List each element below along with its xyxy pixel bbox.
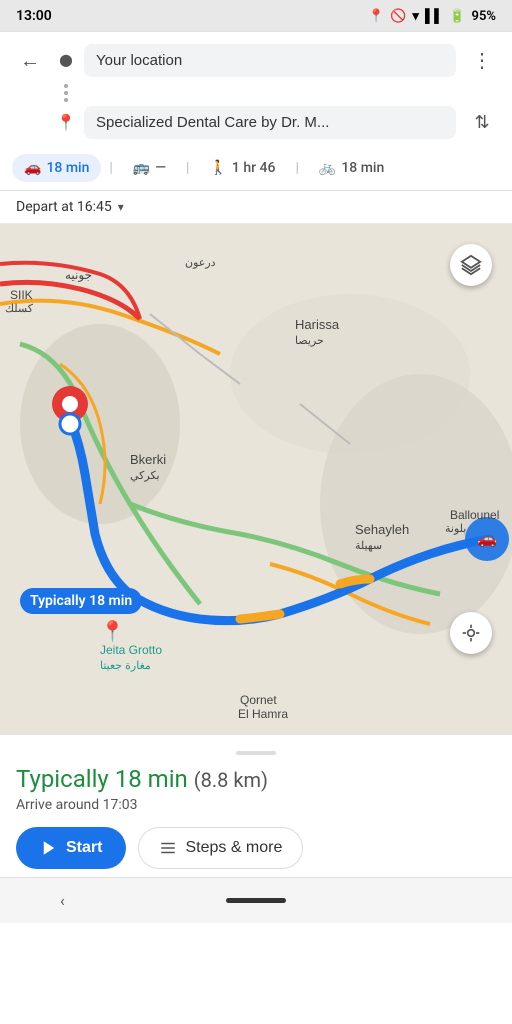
transit-icon: 🚌: [133, 160, 150, 176]
more-button[interactable]: ⋮: [464, 42, 500, 78]
svg-text:SIIK: SIIK: [10, 288, 33, 302]
svg-text:درعون: درعون: [185, 257, 216, 269]
location-status-icon: 📍: [368, 9, 384, 24]
svg-text:Qornet: Qornet: [240, 693, 277, 707]
car-icon: 🚗: [24, 160, 41, 176]
transit-label: —: [155, 160, 166, 176]
route-distance: (8.8 km): [194, 768, 268, 792]
svg-text:جونيه: جونيه: [65, 268, 92, 282]
typically-badge: Typically 18 min: [20, 588, 142, 614]
svg-text:مغارة جعيتا: مغارة جعيتا: [100, 660, 151, 672]
route-time: Typically 18 min: [16, 765, 188, 793]
location-button[interactable]: [450, 612, 492, 654]
walk-icon: 🚶: [209, 160, 226, 176]
svg-text:Ballounel: Ballounel: [450, 508, 499, 522]
destination-pin-icon: 📍: [56, 112, 76, 132]
dest-input-row: 📍 ⇅: [12, 104, 500, 140]
destination-row: [12, 82, 500, 104]
signal-icon: ▌▌: [425, 8, 443, 24]
origin-row: ← ⬤ ⋮: [12, 42, 500, 78]
destination-input[interactable]: [84, 106, 456, 139]
swap-button[interactable]: ⇅: [464, 104, 500, 140]
car-label: 18 min: [46, 160, 89, 176]
jeita-grotto-pin: 📍: [100, 619, 125, 643]
swap-icon: ⇅: [474, 112, 489, 133]
route-dots: [56, 82, 76, 104]
svg-text:Sehayleh: Sehayleh: [355, 522, 409, 537]
bottom-panel: Typically 18 min (8.8 km) Arrive around …: [0, 734, 512, 877]
route-title: Typically 18 min (8.8 km): [16, 765, 496, 793]
svg-text:Bkerki: Bkerki: [130, 452, 166, 467]
start-label: Start: [66, 839, 102, 857]
home-indicator: [226, 898, 286, 903]
svg-text:بكركي: بكركي: [130, 470, 160, 482]
start-button[interactable]: Start: [16, 827, 126, 869]
battery-icon: 🔋: [449, 9, 465, 24]
transport-bar: 🚗 18 min | 🚌 — | 🚶 1 hr 46 | 🚲 18 min: [0, 146, 512, 191]
map-svg: 🚗 Harissa حريصا Bkerki بكركي Sehayleh سه…: [0, 224, 512, 734]
transport-walk[interactable]: 🚶 1 hr 46: [197, 154, 287, 182]
bottom-nav: ‹: [0, 877, 512, 923]
transport-transit[interactable]: 🚌 —: [121, 154, 178, 182]
svg-text:سهيلة: سهيلة: [355, 540, 382, 552]
status-icons: 📍 🚫 ▾ ▌▌ 🔋 95%: [368, 8, 496, 24]
depart-row[interactable]: Depart at 16:45 ▾: [0, 191, 512, 224]
steps-label: Steps & more: [185, 839, 282, 857]
arrival-text: Arrive around 17:03: [16, 797, 496, 813]
transport-bike[interactable]: 🚲 18 min: [307, 154, 396, 182]
svg-text:بلونة: بلونة: [445, 523, 466, 535]
transport-divider-3: |: [295, 160, 298, 176]
back-button[interactable]: ←: [12, 42, 48, 78]
origin-input[interactable]: [84, 44, 456, 77]
steps-more-button[interactable]: Steps & more: [138, 827, 303, 869]
wifi-icon: ▾: [412, 9, 419, 24]
transport-divider-1: |: [109, 160, 112, 176]
svg-text:Harissa: Harissa: [295, 317, 340, 332]
status-bar: 13:00 📍 🚫 ▾ ▌▌ 🔋 95%: [0, 0, 512, 32]
origin-dot-icon: ⬤: [56, 50, 76, 70]
bike-icon: 🚲: [319, 160, 336, 176]
bike-label: 18 min: [341, 160, 384, 176]
walk-label: 1 hr 46: [232, 160, 276, 176]
back-arrow-icon: ←: [20, 48, 40, 73]
svg-text:حريصا: حريصا: [295, 335, 324, 347]
svg-text:Jeita Grotto: Jeita Grotto: [100, 643, 162, 657]
transport-divider-2: |: [186, 160, 189, 176]
svg-text:كسلك: كسلك: [5, 303, 34, 315]
depart-label: Depart at 16:45: [16, 199, 112, 215]
header: ← ⬤ ⋮ 📍 ⇅: [0, 32, 512, 146]
action-row: Start Steps & more: [16, 827, 496, 869]
map-container[interactable]: 🚗 Harissa حريصا Bkerki بكركي Sehayleh سه…: [0, 224, 512, 734]
chevron-down-icon: ▾: [118, 200, 124, 214]
back-nav-button[interactable]: ‹: [60, 891, 65, 910]
more-icon: ⋮: [472, 48, 492, 72]
battery-percent: 95%: [472, 9, 496, 24]
layer-button[interactable]: [450, 244, 492, 286]
transport-car[interactable]: 🚗 18 min: [12, 154, 101, 182]
svg-text:El Hamra: El Hamra: [238, 707, 288, 721]
block-icon: 🚫: [390, 9, 406, 24]
svg-text:🚗: 🚗: [477, 529, 497, 548]
time: 13:00: [16, 8, 52, 24]
